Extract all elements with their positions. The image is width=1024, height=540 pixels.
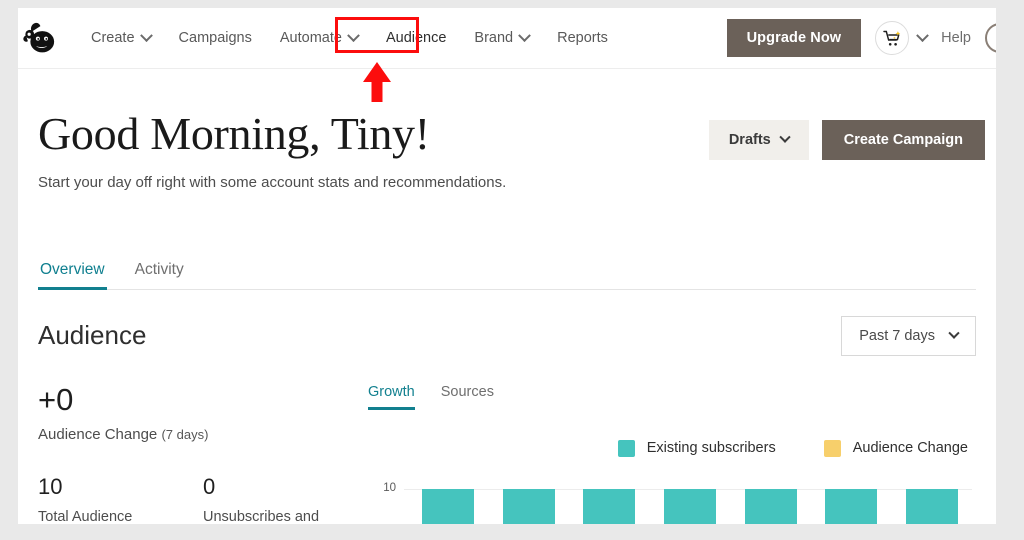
audience-stats-column: +0 Audience Change (7 days) 10 Total Aud… — [38, 384, 368, 532]
cart-menu[interactable] — [875, 21, 930, 55]
hero-actions: Drafts Create Campaign — [708, 120, 985, 160]
tab-sources[interactable]: Sources — [441, 384, 494, 410]
page-subtitle: Start your day off right with some accou… — [38, 173, 507, 191]
tab-overview[interactable]: Overview — [38, 255, 107, 290]
nav-label-campaigns: Campaigns — [178, 30, 252, 46]
nav-item-automate[interactable]: Automate — [266, 24, 372, 52]
growth-bar-chart: 108 — [368, 471, 976, 532]
audience-change-value: +0 — [38, 381, 74, 417]
audience-stats-row: +0 Audience Change (7 days) 10 Total Aud… — [38, 384, 976, 532]
nav-label-create: Create — [91, 30, 135, 46]
legend-item-existing-subscribers: Existing subscribers — [617, 439, 776, 457]
nav-item-reports[interactable]: Reports — [543, 24, 622, 52]
nav-item-audience[interactable]: Audience — [372, 24, 460, 52]
tab-activity[interactable]: Activity — [133, 255, 186, 290]
total-audience-value: 10 — [38, 473, 63, 499]
audience-change-label: Audience Change (7 days) — [38, 426, 368, 443]
shopping-cart-icon[interactable] — [875, 21, 910, 55]
date-range-label: Past 7 days — [859, 327, 935, 344]
chevron-down-icon — [139, 28, 153, 42]
nav-label-audience: Audience — [385, 30, 447, 46]
chart-legend: Existing subscribers Audience Change — [368, 439, 976, 457]
chart-tabs: Growth Sources — [368, 384, 976, 410]
legend-swatch-teal — [617, 439, 635, 457]
chevron-down-icon — [518, 28, 531, 42]
chart-bars — [408, 471, 972, 532]
section-tabs: Overview Activity — [38, 255, 976, 290]
upgrade-now-button[interactable]: Upgrade Now — [726, 19, 862, 57]
tab-growth[interactable]: Growth — [368, 384, 415, 410]
mailchimp-logo-icon[interactable] — [19, 16, 63, 60]
audience-chart-column: Growth Sources Existing subscribers Audi… — [368, 384, 976, 532]
page-bottom-edge — [18, 524, 996, 532]
chevron-down-icon — [948, 327, 960, 339]
legend-label-existing-subscribers: Existing subscribers — [646, 440, 776, 457]
nav-item-brand[interactable]: Brand — [460, 24, 543, 52]
drafts-label: Drafts — [728, 132, 771, 148]
legend-item-audience-change: Audience Change — [823, 439, 968, 457]
chevron-down-icon — [347, 28, 360, 42]
help-link[interactable]: Help — [941, 30, 971, 46]
audience-title: Audience — [38, 320, 147, 351]
page-body: Good Morning, Tiny! Start your day off r… — [18, 108, 996, 532]
top-navigation-bar: Create Campaigns Automate Audience Brand… — [18, 8, 996, 69]
y-axis-tick-label: 10 — [383, 481, 396, 494]
nav-label-brand: Brand — [474, 30, 514, 46]
audience-change-period: (7 days) — [161, 426, 209, 442]
chevron-down-icon — [779, 131, 791, 143]
chevron-down-icon[interactable] — [916, 28, 930, 42]
create-campaign-button[interactable]: Create Campaign — [821, 120, 985, 160]
account-avatar[interactable] — [985, 23, 996, 53]
header-actions: Upgrade Now Help — [726, 19, 996, 57]
nav-label-reports: Reports — [557, 30, 608, 46]
main-nav: Create Campaigns Automate Audience Brand… — [77, 24, 622, 52]
unsubscribes-value: 0 — [203, 473, 216, 499]
legend-label-audience-change: Audience Change — [852, 440, 968, 457]
nav-label-automate: Automate — [279, 30, 342, 46]
audience-section-header: Audience Past 7 days — [38, 315, 976, 356]
drafts-button[interactable]: Drafts — [708, 120, 809, 160]
date-range-select[interactable]: Past 7 days — [841, 315, 976, 356]
nav-item-campaigns[interactable]: Campaigns — [165, 24, 266, 52]
nav-item-create[interactable]: Create — [77, 24, 165, 52]
legend-swatch-yellow — [823, 439, 841, 457]
app-window: Create Campaigns Automate Audience Brand… — [18, 8, 996, 532]
audience-change-text: Audience Change — [38, 425, 158, 443]
